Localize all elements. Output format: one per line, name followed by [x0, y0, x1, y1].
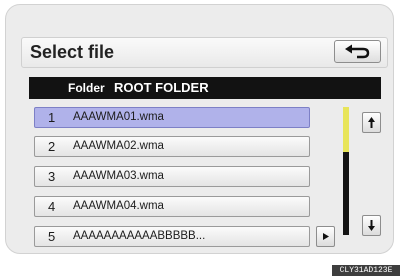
scroll-down-button[interactable]: [362, 215, 381, 236]
file-name: AAAAAAAAAAABBBBB...: [73, 230, 206, 242]
play-right-icon: [323, 233, 329, 240]
file-number: 3: [48, 169, 56, 184]
file-row[interactable]: 3 AAAWMA03.wma: [34, 166, 310, 187]
file-name: AAAWMA03.wma: [73, 170, 164, 182]
file-number: 4: [48, 199, 56, 214]
file-row[interactable]: 2 AAAWMA02.wma: [34, 136, 310, 157]
return-arrow-icon: [345, 44, 370, 59]
scroll-up-button[interactable]: [362, 112, 381, 133]
scrollbar-thumb[interactable]: [343, 107, 349, 152]
figure-code: CLY31AD123E: [332, 265, 400, 276]
file-number: 2: [48, 139, 56, 154]
back-button[interactable]: [334, 40, 381, 63]
scroll-down-icon: [368, 220, 375, 231]
file-name: AAAWMA04.wma: [73, 200, 164, 212]
scroll-up-icon: [368, 117, 375, 128]
file-row[interactable]: 1 AAAWMA01.wma: [34, 107, 310, 128]
expand-name-button[interactable]: [316, 226, 335, 247]
file-row[interactable]: 5 AAAAAAAAAAABBBBB...: [34, 226, 310, 247]
file-number: 1: [48, 110, 56, 125]
file-row[interactable]: 4 AAAWMA04.wma: [34, 196, 310, 217]
file-name: AAAWMA01.wma: [73, 111, 164, 123]
page-title: Select file: [30, 42, 115, 62]
file-name: AAAWMA02.wma: [73, 140, 164, 152]
file-number: 5: [48, 229, 56, 244]
folder-name: ROOT FOLDER: [114, 80, 209, 95]
folder-label: Folder: [68, 81, 105, 95]
folder-bar: Folder ROOT FOLDER: [29, 77, 381, 99]
